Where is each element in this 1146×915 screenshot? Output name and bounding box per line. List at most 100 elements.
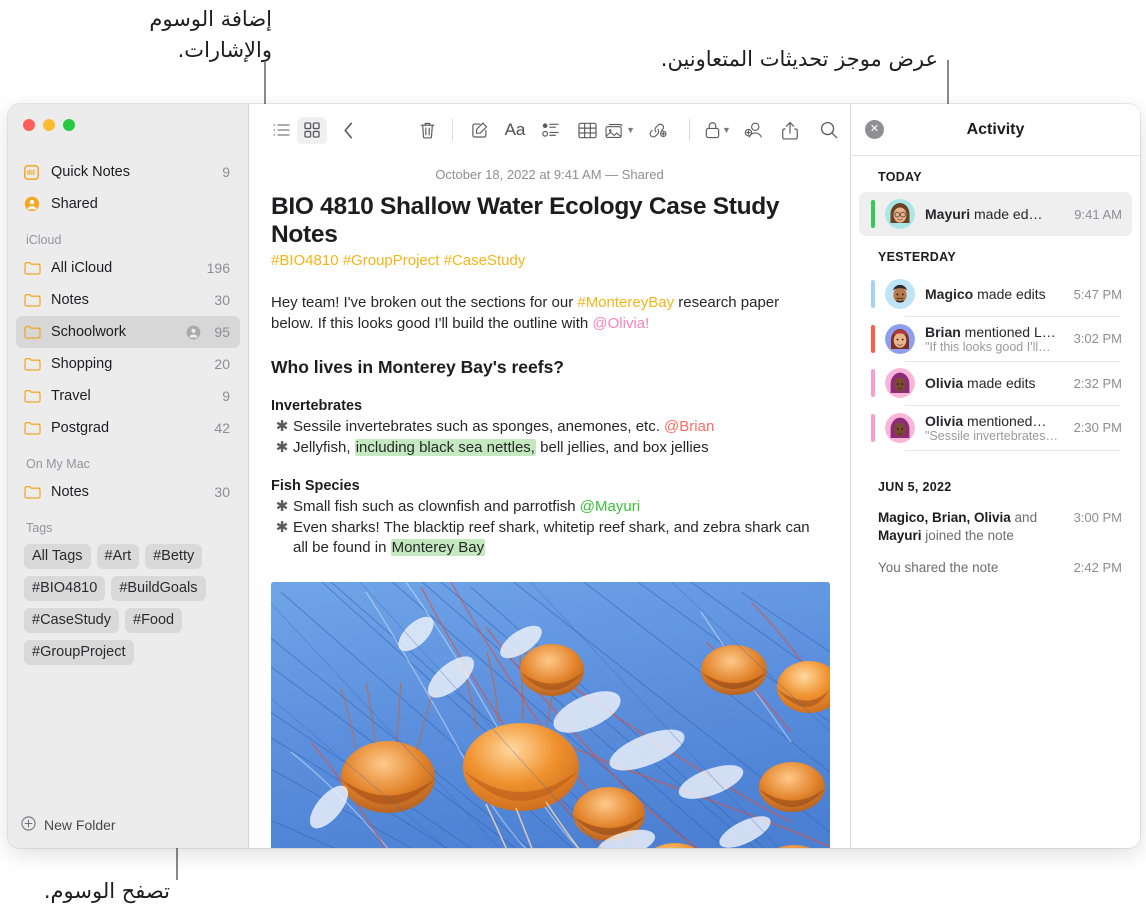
chevron-down-icon: ▼ [626, 125, 635, 135]
tag-betty[interactable]: #Betty [145, 544, 203, 569]
activity-action: made ed… [970, 206, 1043, 222]
sidebar-section-icloud-title: iCloud [26, 233, 62, 247]
sidebar-item-quick-notes[interactable]: Quick Notes 9 [16, 156, 240, 188]
activity-joined-tail: joined the note [921, 528, 1014, 543]
note-title[interactable]: BIO 4810 Shallow Water Ecology Case Stud… [271, 193, 828, 249]
annotation-add-tags: إضافة الوسوم والإشارات. [149, 7, 272, 62]
sidebar-item-travel[interactable]: Travel 9 [16, 380, 240, 412]
tag-bio4810[interactable]: #BIO4810 [24, 576, 106, 601]
sidebar-item-shopping[interactable]: Shopping 20 [16, 348, 240, 380]
activity-item-text: Brian mentioned L… "If this looks good I… [925, 324, 1066, 354]
tag-groupproject[interactable]: #GroupProject [24, 640, 134, 665]
link-icon[interactable] [635, 117, 679, 144]
bullet-star-icon: ✱ [275, 519, 289, 536]
sidebar-item-label: Shared [51, 196, 98, 212]
sidebar-item-postgrad[interactable]: Postgrad 42 [16, 412, 240, 444]
shared-person-icon [24, 196, 45, 212]
activity-item-magico-edits[interactable]: Magico made edits 5:47 PM [859, 272, 1132, 316]
activity-action: mentioned L… [960, 323, 1056, 340]
activity-actor-name: Olivia [925, 375, 964, 391]
list-item[interactable]: ✱ Even sharks! The blacktip reef shark, … [271, 517, 828, 558]
activity-item-brian-mention[interactable]: Brian mentioned L… "If this looks good I… [859, 317, 1132, 361]
table-icon[interactable] [569, 117, 605, 144]
bullet-star-icon: ✱ [275, 418, 289, 435]
share-icon[interactable] [772, 117, 808, 144]
activity-color-bar [871, 369, 875, 397]
trash-icon[interactable] [412, 117, 442, 144]
gallery-view-icon[interactable] [297, 116, 327, 144]
list-view-icon[interactable] [267, 117, 297, 144]
activity-group-jun-5: JUN 5, 2022 [878, 480, 952, 494]
tag-browser: All Tags #Art #Betty #BIO4810 #BuildGoal… [8, 540, 248, 665]
activity-timestamp: 2:42 PM [1073, 560, 1122, 575]
sidebar-item-count: 95 [214, 324, 230, 340]
activity-item-mayuri-edits[interactable]: Mayuri made ed… 9:41 AM [859, 192, 1132, 236]
note-tags-line[interactable]: #BIO4810 #GroupProject #CaseStudy [271, 252, 828, 269]
note-subheading-fish-species: Fish Species [271, 478, 360, 494]
activity-actor-name: Magico [925, 286, 974, 302]
note-intro-paragraph[interactable]: Hey team! I've broken out the sections f… [271, 292, 806, 334]
sidebar-item-label: Postgrad [51, 420, 110, 436]
bullet-text: Sessile invertebrates such as sponges, a… [293, 418, 665, 435]
activity-item-olivia-mention[interactable]: Olivia mentioned… "Sessile invertebrates… [859, 406, 1132, 450]
list-item[interactable]: ✱ Jellyfish, including black sea nettles… [271, 437, 828, 458]
tag-casestudy[interactable]: #CaseStudy [24, 608, 119, 633]
highlighted-text: including black sea nettles, [354, 439, 536, 456]
folder-icon [24, 357, 45, 371]
lock-icon[interactable]: ▼ [700, 117, 736, 144]
list-item[interactable]: ✱ Sessile invertebrates such as sponges,… [271, 416, 828, 437]
sidebar-item-label: Notes [51, 292, 89, 308]
activity-shared-text: You shared the note [878, 560, 999, 575]
tag-food[interactable]: #Food [125, 608, 183, 633]
sidebar-scroll[interactable]: Quick Notes 9 Shared iCloud All iCloud 1… [8, 147, 248, 802]
new-folder-button[interactable]: New Folder [8, 802, 248, 848]
activity-actor-name: Olivia [925, 412, 964, 429]
sidebar-item-all-icloud[interactable]: All iCloud 196 [16, 252, 240, 284]
sidebar: Quick Notes 9 Shared iCloud All iCloud 1… [8, 104, 249, 848]
back-chevron-icon[interactable] [333, 117, 363, 144]
activity-title: Activity [966, 120, 1025, 138]
sidebar-item-notes-local[interactable]: Notes 30 [16, 476, 240, 508]
activity-action: mentioned… [963, 412, 1047, 429]
tag-art[interactable]: #Art [96, 544, 140, 569]
close-icon[interactable]: ✕ [865, 120, 884, 139]
add-person-icon[interactable] [736, 117, 772, 144]
activity-item-text: Olivia mentioned… "Sessile invertebrates… [925, 413, 1066, 443]
tag-buildgoals[interactable]: #BuildGoals [111, 576, 206, 601]
folder-icon [24, 421, 45, 435]
note-section-heading: Who lives in Monterey Bay's reefs? [271, 357, 564, 377]
sidebar-item-schoolwork[interactable]: Schoolwork 95 [16, 316, 240, 348]
media-icon[interactable]: ▼ [605, 117, 635, 144]
format-text-button[interactable]: Aa [497, 117, 533, 144]
search-icon[interactable] [808, 117, 850, 144]
avatar [885, 323, 915, 354]
sidebar-item-label: Schoolwork [51, 324, 126, 340]
activity-joined-last-name: Mayuri [878, 528, 922, 543]
sidebar-item-notes-icloud[interactable]: Notes 30 [16, 284, 240, 316]
tag-all-tags[interactable]: All Tags [24, 544, 91, 569]
jellyfish-photo[interactable] [271, 582, 830, 848]
sidebar-item-label: Shopping [51, 356, 113, 372]
activity-item-olivia-edits[interactable]: Olivia made edits 2:32 PM [859, 361, 1132, 405]
bullet-text: Even sharks! The blacktip reef shark, wh… [293, 519, 810, 556]
avatar [885, 412, 915, 443]
minimize-window-button[interactable] [43, 119, 55, 131]
folder-icon [24, 389, 45, 403]
mention-olivia[interactable]: @Olivia! [592, 315, 649, 332]
shared-folder-badge-icon [186, 325, 201, 340]
list-item[interactable]: ✱ Small fish such as clownfish and parro… [271, 496, 828, 517]
activity-timestamp: 2:30 PM [1073, 420, 1122, 435]
activity-action: made edits [963, 375, 1036, 391]
sidebar-item-shared[interactable]: Shared [16, 188, 240, 220]
zoom-window-button[interactable] [63, 119, 75, 131]
checklist-icon[interactable] [533, 117, 569, 144]
close-window-button[interactable] [23, 119, 35, 131]
mention-mayuri[interactable]: @Mayuri [580, 498, 640, 515]
activity-list[interactable]: TODAY Mayuri made ed… 9:41 AM YESTERDAY … [851, 156, 1140, 848]
note-content[interactable]: October 18, 2022 at 9:41 AM — Shared BIO… [249, 156, 850, 848]
activity-joined-mid: and [1010, 510, 1038, 525]
hashtag-montereybay[interactable]: #MontereyBay [577, 294, 674, 311]
compose-note-icon[interactable] [463, 117, 497, 144]
sidebar-item-count: 9 [222, 388, 230, 404]
mention-brian[interactable]: @Brian [664, 418, 714, 435]
